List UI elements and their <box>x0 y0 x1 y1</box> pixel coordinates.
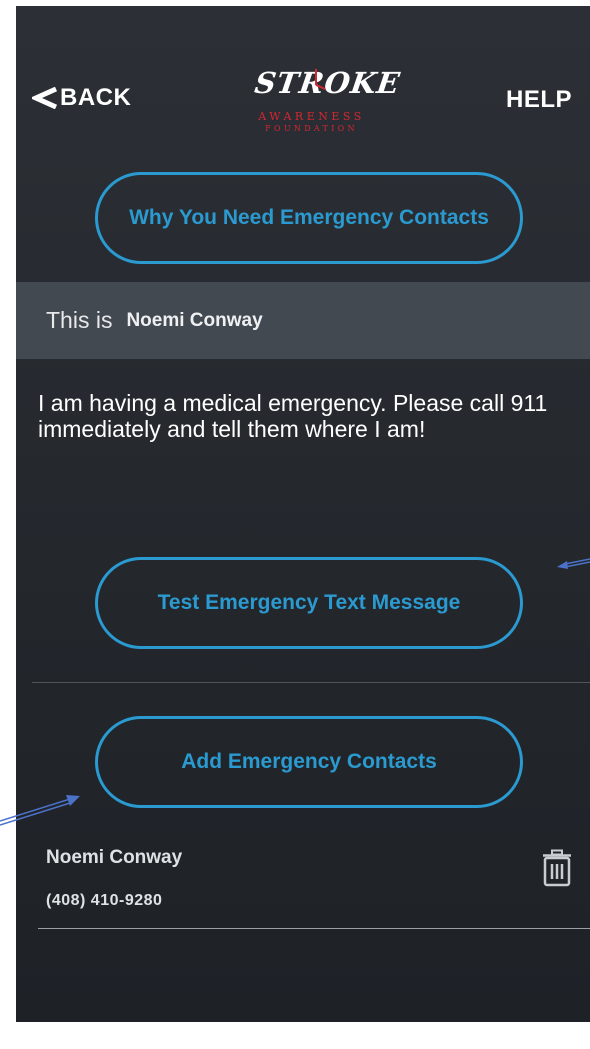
annotation-arrow-test <box>557 558 590 569</box>
chevron-left-icon <box>32 87 58 109</box>
logo-line-foundation: FOUNDATION <box>265 124 358 133</box>
divider <box>32 682 590 683</box>
identity-banner: This is Noemi Conway <box>16 282 590 359</box>
logo-line-awareness: AWARENESS <box>258 110 365 123</box>
annotation-arrow-add <box>0 795 80 826</box>
add-emergency-contacts-button[interactable]: Add Emergency Contacts <box>95 716 523 808</box>
why-emergency-contacts-button[interactable]: Why You Need Emergency Contacts <box>95 172 523 264</box>
contact-phone: (408) 410-9280 <box>46 892 163 909</box>
clock-icon <box>315 69 326 90</box>
banner-user-name: Noemi Conway <box>126 309 263 331</box>
contact-divider <box>38 928 590 929</box>
stroke-awareness-logo: STROKE AWARENESS FOUNDATION <box>249 66 403 136</box>
back-button[interactable]: BACK <box>32 84 131 112</box>
help-button[interactable]: HELP <box>506 86 572 114</box>
banner-prefix: This is <box>46 307 113 333</box>
back-label: BACK <box>60 84 132 111</box>
contact-name: Noemi Conway <box>46 847 183 868</box>
test-emergency-text-button[interactable]: Test Emergency Text Message <box>95 557 523 649</box>
trash-icon[interactable] <box>541 849 573 887</box>
screen: BACK STROKE AWARENESS FOUNDATION HELP Wh… <box>16 6 590 1022</box>
emergency-message: I am having a medical emergency. Please … <box>38 390 548 442</box>
